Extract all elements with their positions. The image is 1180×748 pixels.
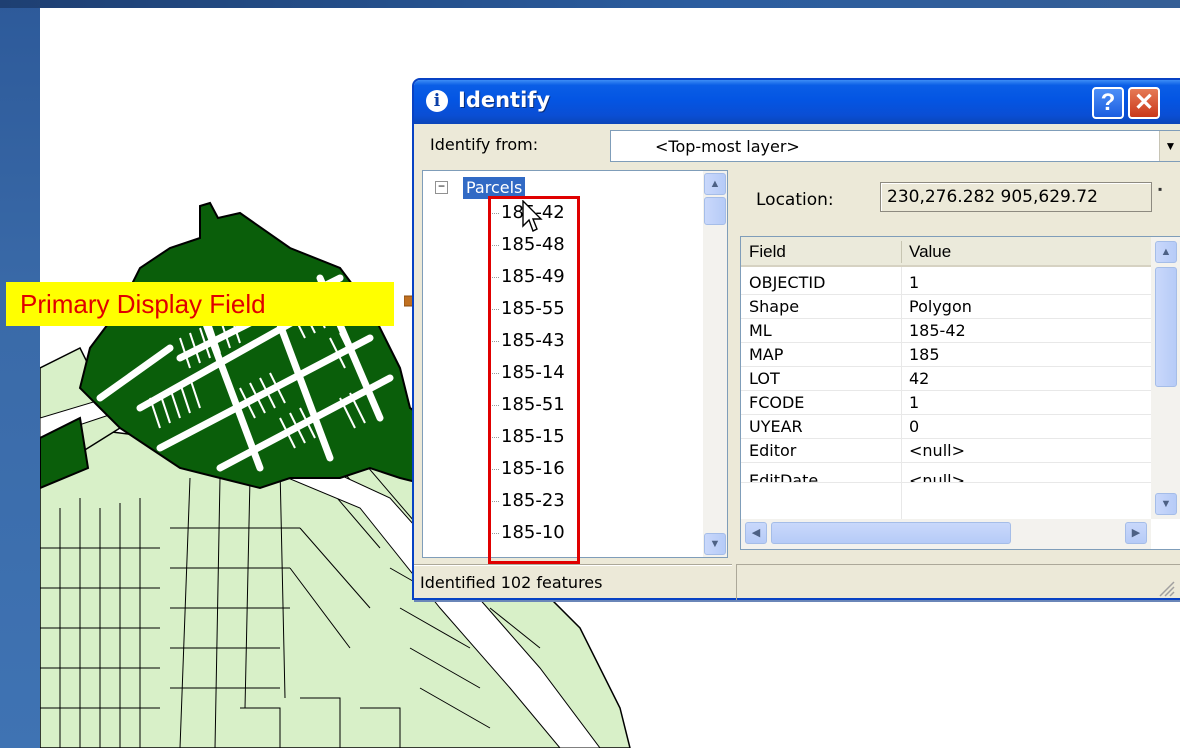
scroll-down-icon[interactable]: ▼	[1155, 493, 1177, 515]
primary-display-field-highlight	[488, 196, 580, 564]
scroll-right-icon[interactable]: ▶	[1125, 522, 1147, 544]
cell-field: Editor	[749, 441, 797, 460]
attribute-grid[interactable]: Field Value OBJECTID 1 Shape Polygon ML 185…	[740, 236, 1180, 550]
scroll-down-icon[interactable]: ▼	[704, 533, 726, 555]
attribute-grid-header: Field Value	[741, 237, 1151, 267]
table-row[interactable]: EditDate <null>	[741, 463, 1151, 483]
table-row[interactable]: FCODE 1	[741, 391, 1151, 415]
cell-value: <null>	[909, 471, 965, 483]
cell-value: 1	[909, 393, 920, 412]
panel-splitter[interactable]	[732, 170, 738, 558]
location-label: Location:	[756, 190, 834, 210]
titlebar[interactable]: i Identify ? ✕	[414, 80, 1180, 124]
status-bar-right	[736, 564, 1180, 600]
slide-top-band	[0, 0, 1180, 8]
column-header-field[interactable]: Field	[749, 242, 786, 262]
cell-field: OBJECTID	[749, 273, 826, 292]
identify-from-label: Identify from:	[430, 135, 539, 154]
scroll-left-icon[interactable]: ◀	[745, 522, 767, 544]
cell-value: 0	[909, 417, 920, 436]
table-row[interactable]: Editor <null>	[741, 439, 1151, 463]
cell-field: EditDate	[749, 471, 819, 483]
scroll-thumb[interactable]	[1155, 267, 1177, 387]
cell-field: ML	[749, 321, 772, 340]
status-bar-text: Identified 102 features	[414, 564, 732, 600]
callout-text: Primary Display Field	[20, 289, 266, 319]
mouse-pointer-icon	[522, 200, 543, 232]
table-row[interactable]: MAP 185	[741, 343, 1151, 367]
cell-field: LOT	[749, 369, 780, 388]
table-row[interactable]: LOT 42	[741, 367, 1151, 391]
table-row[interactable]: Shape Polygon	[741, 295, 1151, 319]
cell-value: 42	[909, 369, 930, 388]
table-row[interactable]: ML 185-42	[741, 319, 1151, 343]
location-value: 230,276.282 905,629.72	[880, 182, 1152, 212]
cell-field: FCODE	[749, 393, 805, 412]
attribute-horizontal-scrollbar[interactable]: ◀ ▶	[741, 519, 1151, 549]
scroll-up-icon[interactable]: ▲	[1155, 241, 1177, 263]
table-row[interactable]: UYEAR 0	[741, 415, 1151, 439]
tree-scrollbar[interactable]: ▲ ▼	[703, 171, 727, 557]
cell-value: 185-42	[909, 321, 966, 340]
info-icon: i	[426, 90, 448, 112]
close-button[interactable]: ✕	[1128, 87, 1160, 119]
column-divider[interactable]	[901, 241, 902, 263]
identify-from-value: <Top-most layer>	[655, 137, 800, 156]
cell-value: 1	[909, 273, 920, 292]
help-button[interactable]: ?	[1092, 87, 1124, 119]
identify-from-dropdown[interactable]: <Top-most layer> ▼	[610, 130, 1180, 162]
cell-field: UYEAR	[749, 417, 803, 436]
collapse-icon[interactable]: −	[435, 180, 448, 194]
column-header-value[interactable]: Value	[909, 242, 951, 262]
cell-field: Shape	[749, 297, 800, 316]
pin-icon[interactable]: ▪	[1158, 182, 1162, 196]
chevron-down-icon[interactable]: ▼	[1159, 131, 1180, 161]
cell-field: MAP	[749, 345, 784, 364]
cell-value: <null>	[909, 441, 965, 460]
attribute-vertical-scrollbar[interactable]: ▲ ▼	[1151, 237, 1180, 519]
scroll-thumb[interactable]	[771, 522, 1011, 544]
resize-grip-icon[interactable]	[1156, 578, 1176, 598]
cell-value: Polygon	[909, 297, 972, 316]
table-row[interactable]: OBJECTID 1	[741, 271, 1151, 295]
primary-display-field-callout: Primary Display Field	[6, 282, 394, 326]
cell-value: 185	[909, 345, 940, 364]
window-title: Identify	[458, 88, 551, 112]
scroll-thumb[interactable]	[704, 197, 726, 225]
scroll-up-icon[interactable]: ▲	[704, 173, 726, 195]
